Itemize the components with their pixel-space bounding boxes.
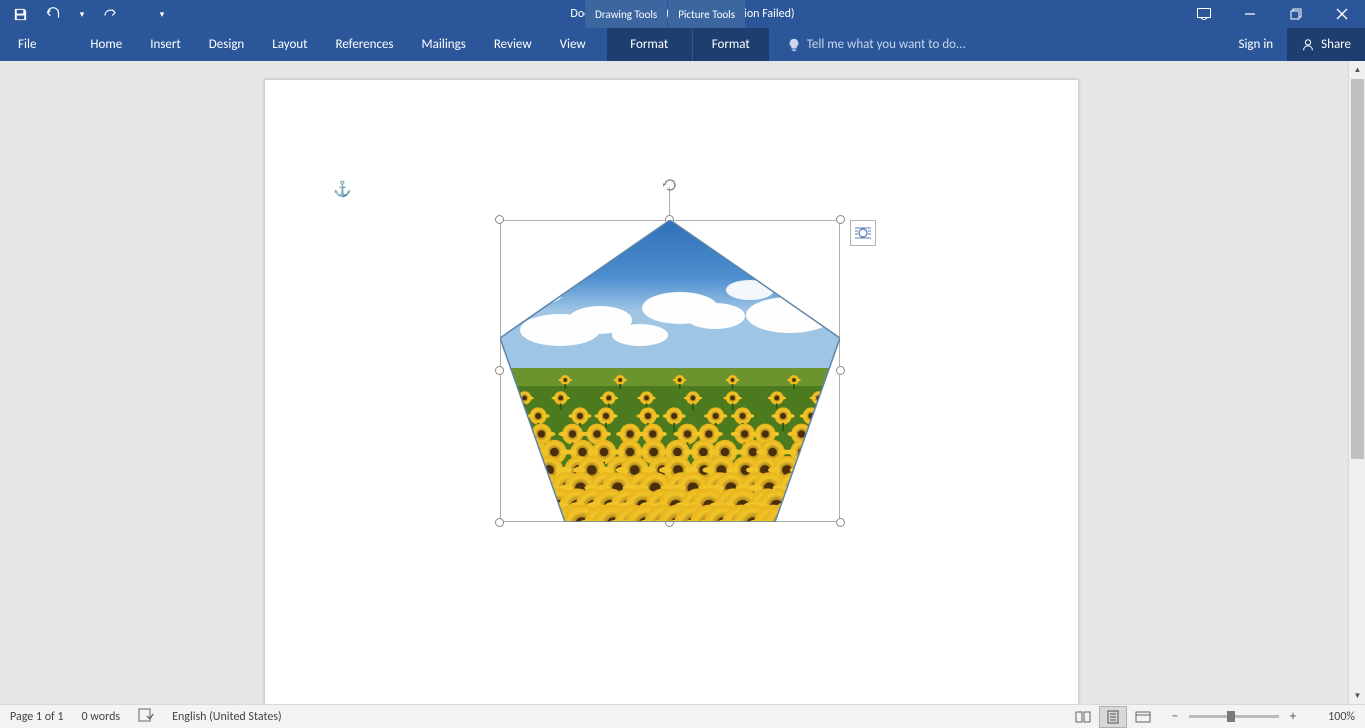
layout-options-button[interactable]	[850, 220, 876, 246]
person-icon	[1301, 38, 1315, 52]
zoom-in-button[interactable]: +	[1285, 709, 1301, 724]
scroll-up-icon[interactable]: ▲	[1349, 61, 1365, 78]
zoom-level[interactable]: 100%	[1311, 710, 1355, 724]
tab-format-drawing[interactable]: Format	[607, 28, 692, 61]
contextual-tabs-header: Drawing Tools Picture Tools	[585, 0, 745, 28]
status-bar: Page 1 of 1 0 words English (United Stat…	[0, 704, 1365, 728]
quick-access-toolbar: ▾ ▾	[0, 4, 176, 24]
status-right: − + 100%	[1069, 706, 1355, 728]
tell-me-input[interactable]	[807, 37, 1067, 52]
share-label: Share	[1321, 37, 1351, 52]
picture-tools-label: Picture Tools	[668, 0, 745, 28]
anchor-icon: ⚓	[333, 180, 352, 199]
share-button[interactable]: Share	[1287, 28, 1365, 61]
scroll-down-icon[interactable]: ▼	[1349, 687, 1365, 704]
status-page[interactable]: Page 1 of 1	[10, 710, 64, 724]
rotate-handle[interactable]	[661, 176, 679, 194]
vertical-scrollbar[interactable]: ▲ ▼	[1348, 61, 1365, 704]
document-page[interactable]: ⚓	[264, 79, 1079, 704]
tab-insert[interactable]: Insert	[136, 28, 195, 61]
save-icon[interactable]	[10, 4, 30, 24]
ribbon-tabs: File Home Insert Design Layout Reference…	[0, 28, 1365, 61]
minimize-icon[interactable]	[1227, 0, 1273, 28]
pentagon-picture[interactable]	[500, 220, 840, 522]
tell-me-box[interactable]	[787, 28, 1225, 61]
sign-in-button[interactable]: Sign in	[1224, 28, 1287, 61]
undo-dropdown-icon[interactable]: ▾	[78, 4, 86, 24]
tab-file[interactable]: File	[0, 28, 54, 61]
spellcheck-icon[interactable]	[138, 708, 154, 726]
lightbulb-icon	[787, 38, 801, 52]
zoom-track[interactable]	[1189, 715, 1279, 718]
status-language[interactable]: English (United States)	[172, 710, 282, 724]
tab-references[interactable]: References	[322, 28, 408, 61]
scroll-thumb[interactable]	[1351, 79, 1364, 459]
tab-design[interactable]: Design	[195, 28, 258, 61]
undo-icon[interactable]	[44, 4, 64, 24]
read-mode-button[interactable]	[1069, 706, 1097, 728]
redo-icon[interactable]	[100, 4, 120, 24]
tab-mailings[interactable]: Mailings	[408, 28, 480, 61]
status-left: Page 1 of 1 0 words English (United Stat…	[10, 708, 282, 726]
status-word-count[interactable]: 0 words	[82, 710, 121, 724]
qat-customize-icon[interactable]: ▾	[158, 4, 166, 24]
title-bar: ▾ ▾ Document1 - Word (Product Activation…	[0, 0, 1365, 28]
window-controls	[1181, 0, 1365, 28]
close-icon[interactable]	[1319, 0, 1365, 28]
zoom-thumb[interactable]	[1227, 711, 1235, 722]
print-layout-button[interactable]	[1099, 706, 1127, 728]
drawing-tools-label: Drawing Tools	[585, 0, 667, 28]
web-layout-button[interactable]	[1129, 706, 1157, 728]
zoom-slider: − +	[1167, 709, 1301, 724]
tab-layout[interactable]: Layout	[258, 28, 321, 61]
tab-home[interactable]: Home	[76, 28, 136, 61]
ribbon-display-options-icon[interactable]	[1181, 0, 1227, 28]
tab-review[interactable]: Review	[480, 28, 546, 61]
tab-format-picture[interactable]: Format	[693, 28, 769, 61]
document-area: ⚓	[0, 61, 1365, 704]
zoom-out-button[interactable]: −	[1167, 709, 1183, 724]
selected-shape[interactable]	[500, 220, 840, 522]
restore-icon[interactable]	[1273, 0, 1319, 28]
tab-view[interactable]: View	[546, 28, 600, 61]
